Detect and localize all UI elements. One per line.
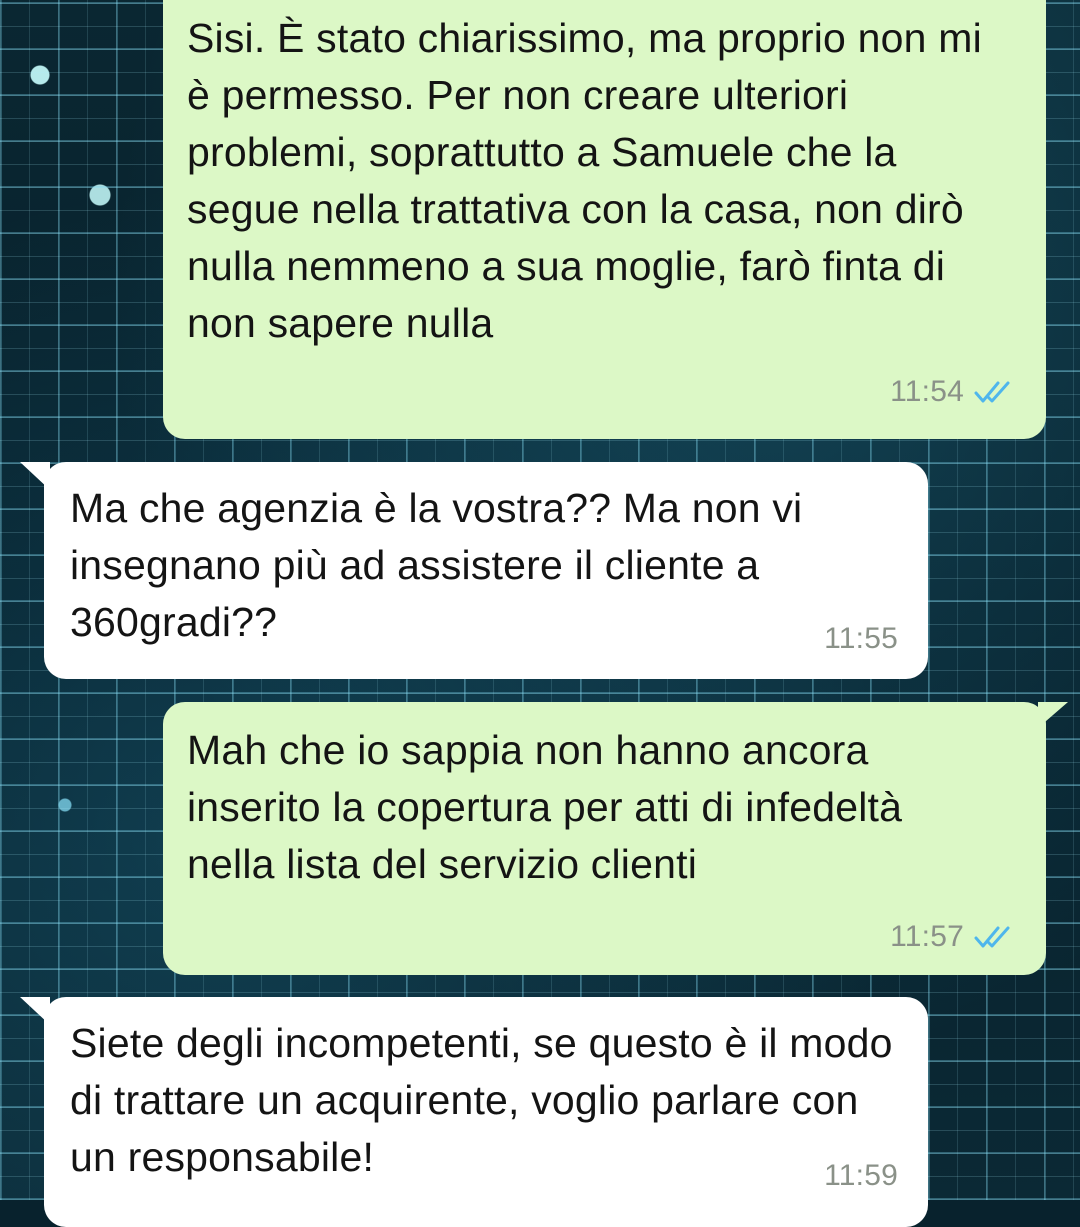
outgoing-message-bubble[interactable]: Mah che io sappia non hanno ancora inser… (163, 702, 1068, 975)
incoming-message-bubble[interactable]: Siete degli incompetenti, se questo è il… (20, 997, 928, 1227)
message-time: 11:54 (890, 375, 964, 408)
message-text: Sisi. È stato chiarissimo, ma proprio no… (187, 15, 982, 346)
message-meta: 11:55 (824, 622, 898, 656)
read-double-check-icon (974, 926, 1010, 948)
message-text: Ma che agenzia è la vostra?? Ma non vi i… (70, 485, 803, 645)
message-meta: 11:54 (890, 375, 1016, 409)
incoming-message-bubble[interactable]: Ma che agenzia è la vostra?? Ma non vi i… (20, 462, 928, 679)
chat-message-list[interactable]: Sisi. È stato chiarissimo, ma proprio no… (0, 0, 1080, 1227)
message-time: 11:55 (824, 622, 898, 655)
message-time: 11:57 (890, 920, 964, 953)
message-text: Mah che io sappia non hanno ancora inser… (187, 727, 903, 887)
outgoing-message-bubble[interactable]: Sisi. È stato chiarissimo, ma proprio no… (163, 0, 1046, 439)
message-meta: 11:57 (890, 920, 1016, 954)
read-double-check-icon (974, 381, 1010, 403)
message-meta: 11:59 (824, 1159, 898, 1193)
message-time: 11:59 (824, 1159, 898, 1192)
message-text: Siete degli incompetenti, se questo è il… (70, 1020, 893, 1180)
